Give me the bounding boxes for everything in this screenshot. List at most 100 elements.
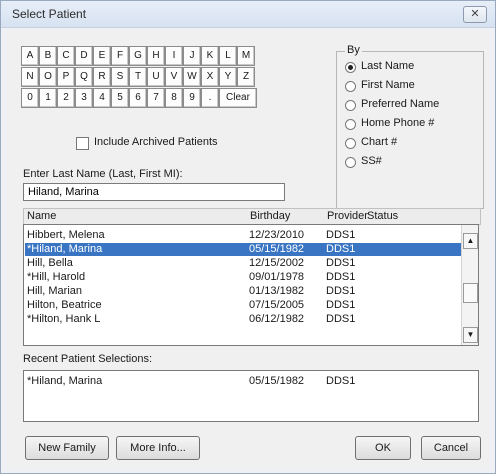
- table-row[interactable]: Hilton, Beatrice 07/15/2005 DDS1: [25, 299, 462, 312]
- key-5[interactable]: 5: [111, 88, 129, 108]
- key-k[interactable]: K: [201, 46, 219, 66]
- radio-label: First Name: [361, 79, 415, 91]
- column-header-name[interactable]: Name: [27, 210, 56, 222]
- cell-birthday: 01/13/1982: [249, 285, 305, 297]
- cell-name: *Hilton, Hank L: [27, 313, 101, 325]
- cell-birthday: 05/15/1982: [249, 243, 305, 255]
- select-patient-dialog: Select Patient ✕ ABCDEFGHIJKLM NOPQRSTUVW…: [0, 0, 496, 474]
- close-icon: ✕: [470, 8, 480, 20]
- cell-provider: DDS1: [326, 257, 356, 269]
- radio-button[interactable]: [345, 62, 356, 73]
- cell-name: *Hiland, Marina: [27, 375, 103, 387]
- new-family-button[interactable]: New Family: [25, 436, 109, 460]
- last-name-label: Enter Last Name (Last, First MI):: [23, 168, 183, 180]
- key-q[interactable]: Q: [75, 67, 93, 87]
- recent-selections-label: Recent Patient Selections:: [23, 353, 153, 365]
- key-r[interactable]: R: [93, 67, 111, 87]
- cell-birthday: 05/15/1982: [249, 375, 305, 387]
- scroll-up-button[interactable]: ▲: [463, 233, 478, 249]
- radio-label: Home Phone #: [361, 117, 435, 129]
- table-row[interactable]: *Hill, Harold 09/01/1978 DDS1: [25, 271, 462, 284]
- key-i[interactable]: I: [165, 46, 183, 66]
- list-item[interactable]: *Hiland, Marina 05/15/1982 DDS1: [25, 375, 462, 388]
- patient-list-header: Name Birthday Provider Status: [23, 208, 481, 225]
- cancel-button[interactable]: Cancel: [421, 436, 481, 460]
- key-t[interactable]: T: [129, 67, 147, 87]
- key-4[interactable]: 4: [93, 88, 111, 108]
- key-c[interactable]: C: [57, 46, 75, 66]
- key-w[interactable]: W: [183, 67, 201, 87]
- key-y[interactable]: Y: [219, 67, 237, 87]
- cell-provider: DDS1: [326, 243, 356, 255]
- key-3[interactable]: 3: [75, 88, 93, 108]
- key-2[interactable]: 2: [57, 88, 75, 108]
- search-by-legend: By: [345, 44, 362, 56]
- cell-provider: DDS1: [326, 229, 356, 241]
- cell-provider: DDS1: [326, 299, 356, 311]
- ok-button[interactable]: OK: [355, 436, 411, 460]
- key-0[interactable]: 0: [21, 88, 39, 108]
- more-info-button[interactable]: More Info...: [116, 436, 200, 460]
- key-v[interactable]: V: [165, 67, 183, 87]
- key-b[interactable]: B: [39, 46, 57, 66]
- key-j[interactable]: J: [183, 46, 201, 66]
- table-row[interactable]: *Hiland, Marina 05/15/1982 DDS1: [25, 243, 462, 256]
- key-clear-button[interactable]: Clear: [219, 88, 257, 108]
- key-d[interactable]: D: [75, 46, 93, 66]
- key-a[interactable]: A: [21, 46, 39, 66]
- radio-button[interactable]: [345, 138, 356, 149]
- key-n[interactable]: N: [21, 67, 39, 87]
- scroll-down-button[interactable]: ▼: [463, 327, 478, 343]
- radio-button[interactable]: [345, 119, 356, 130]
- scroll-thumb[interactable]: [463, 283, 478, 303]
- table-row[interactable]: Hibbert, Melena 12/23/2010 DDS1: [25, 229, 462, 242]
- include-archived-label: Include Archived Patients: [94, 136, 218, 148]
- cell-name: *Hiland, Marina: [27, 243, 103, 255]
- radio-button[interactable]: [345, 81, 356, 92]
- key-period[interactable]: .: [201, 88, 219, 108]
- cell-name: *Hill, Harold: [27, 271, 86, 283]
- cell-provider: DDS1: [326, 285, 356, 297]
- close-button[interactable]: ✕: [463, 6, 487, 23]
- column-header-provider[interactable]: Provider: [327, 210, 368, 222]
- key-1[interactable]: 1: [39, 88, 57, 108]
- key-z[interactable]: Z: [237, 67, 255, 87]
- cell-provider: DDS1: [326, 375, 356, 387]
- patient-list[interactable]: Hibbert, Melena 12/23/2010 DDS1 *Hiland, Ma…: [23, 224, 479, 346]
- patient-list-scrollbar[interactable]: ▲ ▼: [461, 225, 478, 345]
- include-archived-checkbox[interactable]: [76, 137, 89, 150]
- key-o[interactable]: O: [39, 67, 57, 87]
- radio-label: Last Name: [361, 60, 415, 72]
- key-x[interactable]: X: [201, 67, 219, 87]
- key-e[interactable]: E: [93, 46, 111, 66]
- cell-name: Hill, Bella: [27, 257, 73, 269]
- key-7[interactable]: 7: [147, 88, 165, 108]
- recent-selections-list[interactable]: *Hiland, Marina 05/15/1982 DDS1: [23, 370, 479, 422]
- radio-button[interactable]: [345, 157, 356, 168]
- table-row[interactable]: Hill, Bella 12/15/2002 DDS1: [25, 257, 462, 270]
- last-name-input[interactable]: [23, 183, 285, 201]
- key-s[interactable]: S: [111, 67, 129, 87]
- cell-birthday: 09/01/1978: [249, 271, 305, 283]
- key-f[interactable]: F: [111, 46, 129, 66]
- column-header-status[interactable]: Status: [367, 210, 398, 222]
- key-u[interactable]: U: [147, 67, 165, 87]
- key-m[interactable]: M: [237, 46, 255, 66]
- key-h[interactable]: H: [147, 46, 165, 66]
- key-l[interactable]: L: [219, 46, 237, 66]
- radio-label: SS#: [361, 155, 382, 167]
- key-p[interactable]: P: [57, 67, 75, 87]
- key-g[interactable]: G: [129, 46, 147, 66]
- radio-label: Preferred Name: [361, 98, 440, 110]
- cell-birthday: 07/15/2005: [249, 299, 305, 311]
- column-header-birthday[interactable]: Birthday: [250, 210, 290, 222]
- search-by-group: By Last Name First Name Preferred Name Home…: [336, 44, 484, 209]
- dialog-title: Select Patient: [12, 7, 87, 21]
- key-8[interactable]: 8: [165, 88, 183, 108]
- radio-button[interactable]: [345, 100, 356, 111]
- key-6[interactable]: 6: [129, 88, 147, 108]
- key-9[interactable]: 9: [183, 88, 201, 108]
- table-row[interactable]: *Hilton, Hank L 06/12/1982 DDS1: [25, 313, 462, 326]
- title-bar[interactable]: Select Patient ✕: [1, 1, 495, 28]
- table-row[interactable]: Hill, Marian 01/13/1982 DDS1: [25, 285, 462, 298]
